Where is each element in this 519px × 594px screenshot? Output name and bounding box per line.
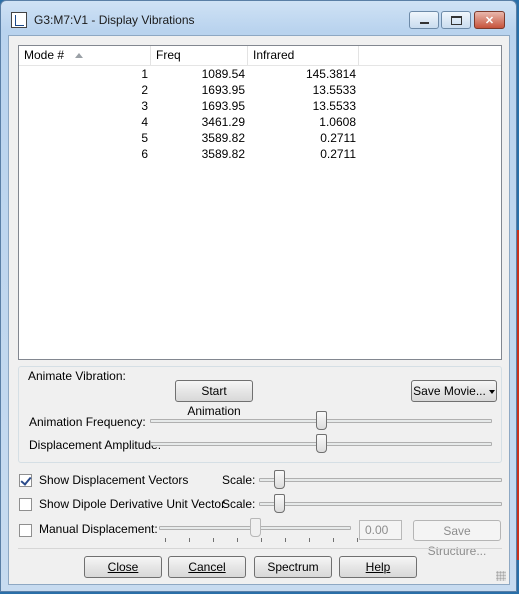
- table-cell-ir: 13.5533: [312, 83, 356, 97]
- close-button-label: Close: [107, 560, 139, 574]
- divider: [18, 548, 502, 549]
- show-displacement-vectors-label[interactable]: Show Displacement Vectors: [39, 473, 188, 487]
- table-header: Mode # Freq Infrared: [19, 46, 501, 66]
- close-button[interactable]: Close: [84, 556, 162, 578]
- spectrum-button[interactable]: Spectrum: [254, 556, 332, 578]
- column-header-infrared[interactable]: Infrared: [248, 46, 359, 65]
- column-header-label: Mode #: [24, 48, 65, 62]
- resize-grip-icon[interactable]: [496, 571, 506, 581]
- table-cell-mode: 4: [141, 115, 148, 129]
- display-vibrations-window: G3:M7:V1 - Display Vibrations ✕ Mode # F…: [0, 0, 517, 592]
- vectors-scale-slider[interactable]: [274, 470, 285, 489]
- save-movie-label: Save Movie...: [413, 384, 486, 398]
- table-cell-mode: 6: [141, 147, 148, 161]
- table-cell-freq: 3461.29: [201, 115, 245, 129]
- column-header-label: Infrared: [253, 48, 295, 62]
- title-bar[interactable]: G3:M7:V1 - Display Vibrations ✕: [1, 1, 516, 35]
- maximize-button[interactable]: [441, 11, 471, 29]
- manual-displacement-value: 0.00: [359, 520, 402, 540]
- table-row[interactable]: 4 3461.29 1.0608: [19, 114, 501, 130]
- dipole-scale-track[interactable]: [259, 502, 502, 506]
- table-cell-mode: 3: [141, 99, 148, 113]
- slider-tick: [189, 538, 190, 542]
- window-title: G3:M7:V1 - Display Vibrations: [34, 13, 195, 27]
- table-cell-freq: 1089.54: [201, 67, 245, 81]
- column-header-freq[interactable]: Freq: [151, 46, 248, 65]
- save-structure-label: Save Structure...: [427, 524, 487, 558]
- column-header-label: Freq: [156, 48, 181, 62]
- displacement-amplitude-label: Displacement Amplitude:: [29, 438, 162, 452]
- dipole-scale-slider[interactable]: [274, 494, 285, 513]
- slider-tick: [285, 538, 286, 542]
- slider-tick: [357, 538, 358, 542]
- table-row[interactable]: 6 3589.82 0.2711: [19, 146, 501, 162]
- dipole-scale-label: Scale:: [222, 497, 256, 511]
- help-button[interactable]: Help: [339, 556, 417, 578]
- minimize-button[interactable]: [409, 11, 439, 29]
- table-cell-mode: 1: [141, 67, 148, 81]
- save-movie-button[interactable]: Save Movie...: [411, 380, 497, 402]
- table-cell-freq: 3589.82: [201, 147, 245, 161]
- table-cell-ir: 13.5533: [312, 99, 356, 113]
- table-cell-ir: 0.2711: [320, 131, 356, 145]
- table-cell-ir: 0.2711: [320, 147, 356, 161]
- dropdown-arrow-icon: [488, 389, 495, 394]
- spectrum-button-label: Spectrum: [267, 560, 319, 574]
- manual-displacement-label[interactable]: Manual Displacement:: [39, 522, 158, 536]
- table-row[interactable]: 3 1693.95 13.5533: [19, 98, 501, 114]
- close-x-icon: ✕: [484, 14, 495, 27]
- table-row[interactable]: 5 3589.82 0.2711: [19, 130, 501, 146]
- show-dipole-vector-label[interactable]: Show Dipole Derivative Unit Vector: [39, 497, 225, 511]
- slider-tick: [165, 538, 166, 542]
- table-row[interactable]: 2 1693.95 13.5533: [19, 82, 501, 98]
- animation-frequency-slider[interactable]: [315, 411, 327, 430]
- table-cell-freq: 1693.95: [201, 83, 245, 97]
- manual-displacement-slider: [249, 518, 261, 537]
- table-cell-mode: 5: [141, 131, 148, 145]
- table-cell-freq: 1693.95: [201, 99, 245, 113]
- dialog-client-area: Mode # Freq Infrared 1 1089.54 145.3814 2 16…: [8, 35, 510, 585]
- vibration-modes-table[interactable]: Mode # Freq Infrared 1 1089.54 145.3814 2 16…: [18, 45, 502, 360]
- help-button-label: Help: [365, 560, 391, 574]
- vectors-scale-track[interactable]: [259, 478, 502, 482]
- gaussview-icon: [11, 12, 27, 28]
- sort-ascending-icon: [75, 53, 83, 58]
- cancel-button-label: Cancel: [188, 560, 226, 574]
- slider-tick: [261, 538, 262, 542]
- show-dipole-vector-checkbox[interactable]: [19, 498, 32, 511]
- vectors-scale-label: Scale:: [222, 473, 256, 487]
- displacement-amplitude-slider[interactable]: [315, 434, 327, 453]
- close-window-button[interactable]: ✕: [474, 11, 505, 29]
- slider-tick: [213, 538, 214, 542]
- manual-displacement-checkbox[interactable]: [19, 524, 32, 537]
- cancel-button[interactable]: Cancel: [168, 556, 246, 578]
- save-structure-button: Save Structure...: [413, 520, 501, 558]
- column-header-mode[interactable]: Mode #: [19, 46, 151, 65]
- slider-tick: [333, 538, 334, 542]
- start-animation-label: Start Animation: [187, 384, 241, 418]
- table-row[interactable]: 1 1089.54 145.3814: [19, 66, 501, 82]
- table-cell-freq: 3589.82: [201, 131, 245, 145]
- start-animation-button[interactable]: Start Animation: [175, 380, 253, 418]
- table-cell-ir: 145.3814: [305, 67, 356, 81]
- table-cell-ir: 1.0608: [319, 115, 356, 129]
- animate-vibration-label: Animate Vibration:: [28, 369, 126, 383]
- animation-frequency-label: Animation Frequency:: [29, 415, 146, 429]
- slider-tick: [237, 538, 238, 542]
- show-displacement-vectors-checkbox[interactable]: [19, 474, 32, 487]
- table-cell-mode: 2: [141, 83, 148, 97]
- slider-tick: [309, 538, 310, 542]
